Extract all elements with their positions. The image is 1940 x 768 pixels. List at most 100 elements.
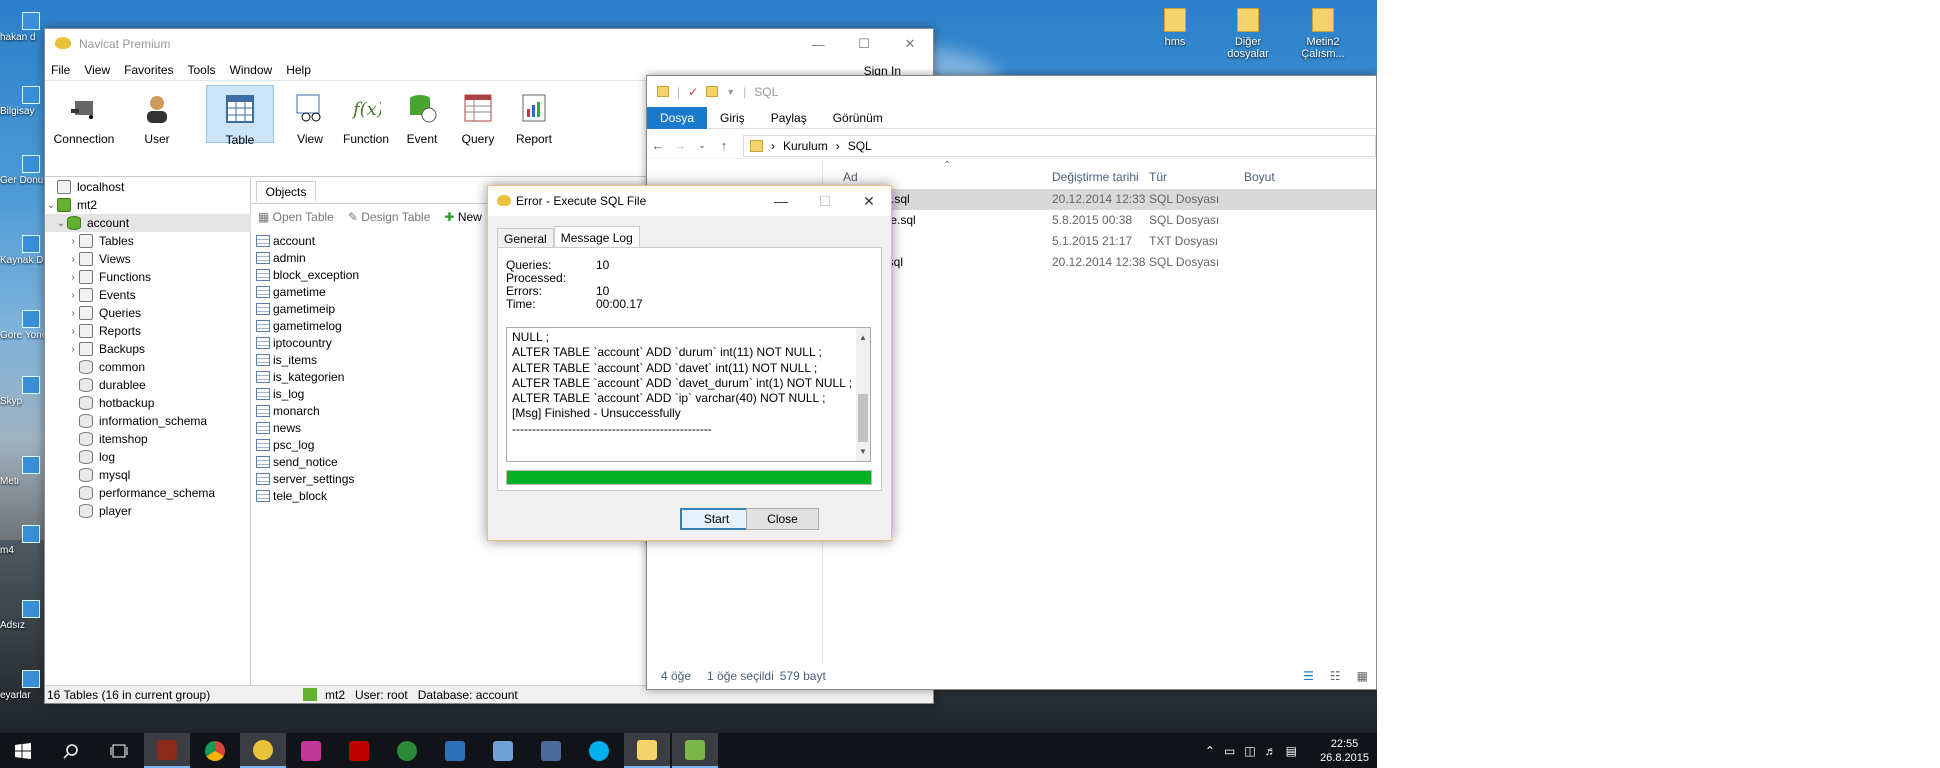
taskbar-app-window[interactable] xyxy=(432,733,478,768)
tree-item-mt2[interactable]: ⌄ mt2 xyxy=(45,196,251,214)
taskbar-app-network[interactable] xyxy=(528,733,574,768)
up-arrow-icon[interactable]: ↑ xyxy=(713,138,735,153)
file-row[interactable]: nt.sql 20.12.2014 12:33 SQL Dosyası xyxy=(823,189,1376,210)
menu-view[interactable]: View xyxy=(84,63,110,77)
table-item[interactable]: is_items xyxy=(256,351,317,368)
show-hidden-icons-icon[interactable]: ⌃ xyxy=(1205,744,1215,758)
column-header-size[interactable]: Boyut xyxy=(1244,170,1275,188)
desktop-icon-adsiz[interactable]: Adsız xyxy=(0,600,46,631)
navicat-titlebar[interactable]: Navicat Premium — ☐ ✕ xyxy=(45,29,933,59)
file-row[interactable]: xt 5.1.2015 21:17 TXT Dosyası xyxy=(823,231,1376,252)
toolbar-connection-button[interactable]: Connection xyxy=(50,85,118,146)
tree-item-reports[interactable]: › Reports xyxy=(45,322,251,340)
chevron-right-icon[interactable]: › xyxy=(67,326,79,337)
start-button[interactable] xyxy=(0,733,46,768)
chevron-right-icon[interactable]: › xyxy=(67,236,79,247)
dialog-titlebar[interactable]: Error - Execute SQL File — ☐ ✕ xyxy=(488,186,891,216)
notifications-icon[interactable]: ▤ xyxy=(1286,744,1297,758)
table-item[interactable]: psc_log xyxy=(256,436,314,453)
desktop-icon-metin2[interactable]: Metin2 Çalısm... xyxy=(1288,8,1358,60)
file-row[interactable]: lee.sql 5.8.2015 00:38 SQL Dosyası xyxy=(823,210,1376,231)
taskbar-app-skype[interactable] xyxy=(576,733,622,768)
explorer-titlebar[interactable]: | ✓ ▼ | SQL xyxy=(647,76,1376,107)
table-item[interactable]: send_notice xyxy=(256,453,338,470)
log-scrollbar[interactable]: ▲ ▼ xyxy=(856,328,870,461)
chevron-right-icon[interactable]: › xyxy=(67,254,79,265)
quick-access-dropdown-icon[interactable]: ▼ xyxy=(726,87,735,97)
taskbar-app-box[interactable] xyxy=(480,733,526,768)
table-item[interactable]: server_settings xyxy=(256,470,354,487)
battery-icon[interactable]: ▭ xyxy=(1224,744,1235,758)
forward-arrow-icon[interactable]: → xyxy=(669,138,691,153)
start-button[interactable]: Start xyxy=(680,508,753,530)
recent-dropdown-icon[interactable]: ⌄ xyxy=(691,140,713,151)
desktop-icon-hakan[interactable]: hakan d xyxy=(0,12,46,43)
tree-item-tables[interactable]: › Tables xyxy=(45,232,251,250)
chevron-down-icon[interactable]: ⌄ xyxy=(55,218,67,229)
desktop-icon-ayarlar[interactable]: eyarlar xyxy=(0,670,46,701)
toolbar-table-button[interactable]: Table xyxy=(206,85,274,147)
desktop-icon-skype[interactable]: Skyp xyxy=(0,376,46,407)
menu-tools[interactable]: Tools xyxy=(188,63,216,77)
desktop-icon-diger-dosyalar[interactable]: Diğer dosyalar xyxy=(1213,8,1283,60)
table-item[interactable]: gametime xyxy=(256,283,326,300)
tree-item-queries[interactable]: › Queries xyxy=(45,304,251,322)
desktop-icon-geri-donusum[interactable]: Ger Donus xyxy=(0,155,46,186)
task-view-button[interactable] xyxy=(96,733,142,768)
ribbon-tab-giris[interactable]: Giriş xyxy=(707,107,758,129)
table-item[interactable]: news xyxy=(256,419,301,436)
column-header-type[interactable]: Tür xyxy=(1149,170,1167,188)
toolbar-user-button[interactable]: User xyxy=(123,85,191,146)
message-log-textarea[interactable]: NULL ; ALTER TABLE `account` ADD `durum`… xyxy=(506,327,871,462)
breadcrumb-sql[interactable]: SQL xyxy=(848,139,872,153)
chevron-right-icon[interactable]: › xyxy=(67,344,79,355)
table-item[interactable]: is_log xyxy=(256,385,304,402)
taskbar-app-explorer[interactable] xyxy=(624,733,670,768)
ribbon-tab-paylas[interactable]: Paylaş xyxy=(758,107,820,129)
column-header-date[interactable]: Değiştirme tarihi xyxy=(1052,170,1139,188)
table-item[interactable]: account xyxy=(256,232,315,249)
minimize-icon[interactable]: — xyxy=(795,29,841,59)
close-button[interactable]: Close xyxy=(746,508,819,530)
chevron-right-icon[interactable]: › xyxy=(67,272,79,283)
menu-window[interactable]: Window xyxy=(230,63,273,77)
tree-item-views[interactable]: › Views xyxy=(45,250,251,268)
table-item[interactable]: gametimelog xyxy=(256,317,342,334)
toolbar-report-button[interactable]: Report xyxy=(500,85,568,146)
tree-item-log[interactable]: log xyxy=(45,448,251,466)
desktop-icon-hms[interactable]: hms xyxy=(1140,8,1210,48)
taskbar-app-purple[interactable] xyxy=(288,733,334,768)
properties-icon[interactable]: ✓ xyxy=(688,85,698,99)
tree-item-hotbackup[interactable]: hotbackup xyxy=(45,394,251,412)
tree-item-events[interactable]: › Events xyxy=(45,286,251,304)
scrollbar-thumb[interactable] xyxy=(858,394,868,442)
chevron-down-icon[interactable]: ⌄ xyxy=(45,200,57,211)
scroll-up-icon[interactable]: ▲ xyxy=(856,330,870,345)
new-table-button[interactable]: ✚ New xyxy=(444,210,481,224)
maximize-icon[interactable]: ☐ xyxy=(841,29,887,59)
chevron-right-icon[interactable]: › xyxy=(67,290,79,301)
table-item[interactable]: tele_block xyxy=(256,487,327,504)
menu-help[interactable]: Help xyxy=(286,63,311,77)
tree-item-performance-schema[interactable]: performance_schema xyxy=(45,484,251,502)
desktop-icon-kaynak[interactable]: Kaynak Dokum xyxy=(0,235,46,266)
tree-item-player[interactable]: player xyxy=(45,502,251,520)
table-item[interactable]: is_kategorien xyxy=(256,368,344,385)
tree-item-backups[interactable]: › Backups xyxy=(45,340,251,358)
desktop-icon-bilgisayar[interactable]: Bilgisay xyxy=(0,86,46,117)
network-icon[interactable]: ◫ xyxy=(1244,744,1255,758)
search-button[interactable] xyxy=(48,733,94,768)
back-arrow-icon[interactable]: ← xyxy=(647,138,669,153)
tree-item-information-schema[interactable]: information_schema xyxy=(45,412,251,430)
taskbar-app-metin2[interactable] xyxy=(144,733,190,768)
table-item[interactable]: monarch xyxy=(256,402,320,419)
table-item[interactable]: block_exception xyxy=(256,266,359,283)
tree-item-functions[interactable]: › Functions xyxy=(45,268,251,286)
tree-item-localhost[interactable]: localhost xyxy=(45,178,251,196)
tab-message-log[interactable]: Message Log xyxy=(553,226,640,248)
taskbar-app-filezilla[interactable] xyxy=(336,733,382,768)
tab-general[interactable]: General xyxy=(497,228,554,248)
desktop-icon-gorev[interactable]: Gore Yoneti xyxy=(0,310,46,341)
taskbar-app-notepad[interactable] xyxy=(672,733,718,768)
file-row[interactable]: r.sql 20.12.2014 12:38 SQL Dosyası xyxy=(823,252,1376,273)
